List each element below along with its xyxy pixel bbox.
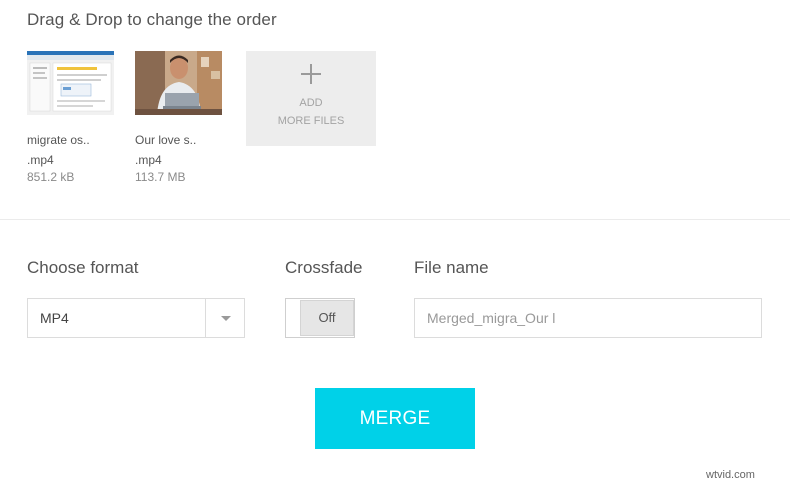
format-label: Choose format [27, 258, 139, 277]
format-value: MP4 [40, 310, 69, 326]
file-extension: .mp4 [135, 153, 162, 167]
file-thumbnail-screenshot[interactable] [27, 51, 114, 115]
file-size: 851.2 kB [27, 170, 75, 184]
add-label: ADD [299, 97, 323, 109]
filename-label: File name [414, 258, 489, 277]
file-name: Our love s.. [135, 133, 197, 147]
file-card[interactable]: Our love s.. .mp4 113.7 MB [135, 51, 222, 184]
crossfade-state: Off [300, 300, 354, 336]
file-thumbnail-person[interactable] [135, 51, 222, 115]
more-files-label: MORE FILES [277, 115, 345, 127]
select-divider [205, 299, 206, 337]
watermark: wtvid.com [706, 469, 755, 481]
filename-input[interactable] [414, 298, 762, 338]
crossfade-label: Crossfade [285, 258, 363, 277]
merge-button[interactable]: MERGE [315, 388, 475, 449]
chevron-down-icon[interactable] [221, 316, 231, 321]
instructions-heading: Drag & Drop to change the order [27, 10, 277, 29]
file-card[interactable]: migrate os.. .mp4 851.2 kB [27, 51, 114, 184]
file-name: migrate os.. [27, 133, 90, 147]
crossfade-toggle[interactable]: Off [285, 298, 355, 338]
section-divider [0, 219, 790, 220]
file-size: 113.7 MB [135, 170, 186, 184]
file-extension: .mp4 [27, 153, 54, 167]
format-select[interactable]: MP4 [27, 298, 245, 338]
plus-icon [301, 64, 321, 84]
add-more-files-button[interactable]: ADD MORE FILES [246, 51, 376, 146]
